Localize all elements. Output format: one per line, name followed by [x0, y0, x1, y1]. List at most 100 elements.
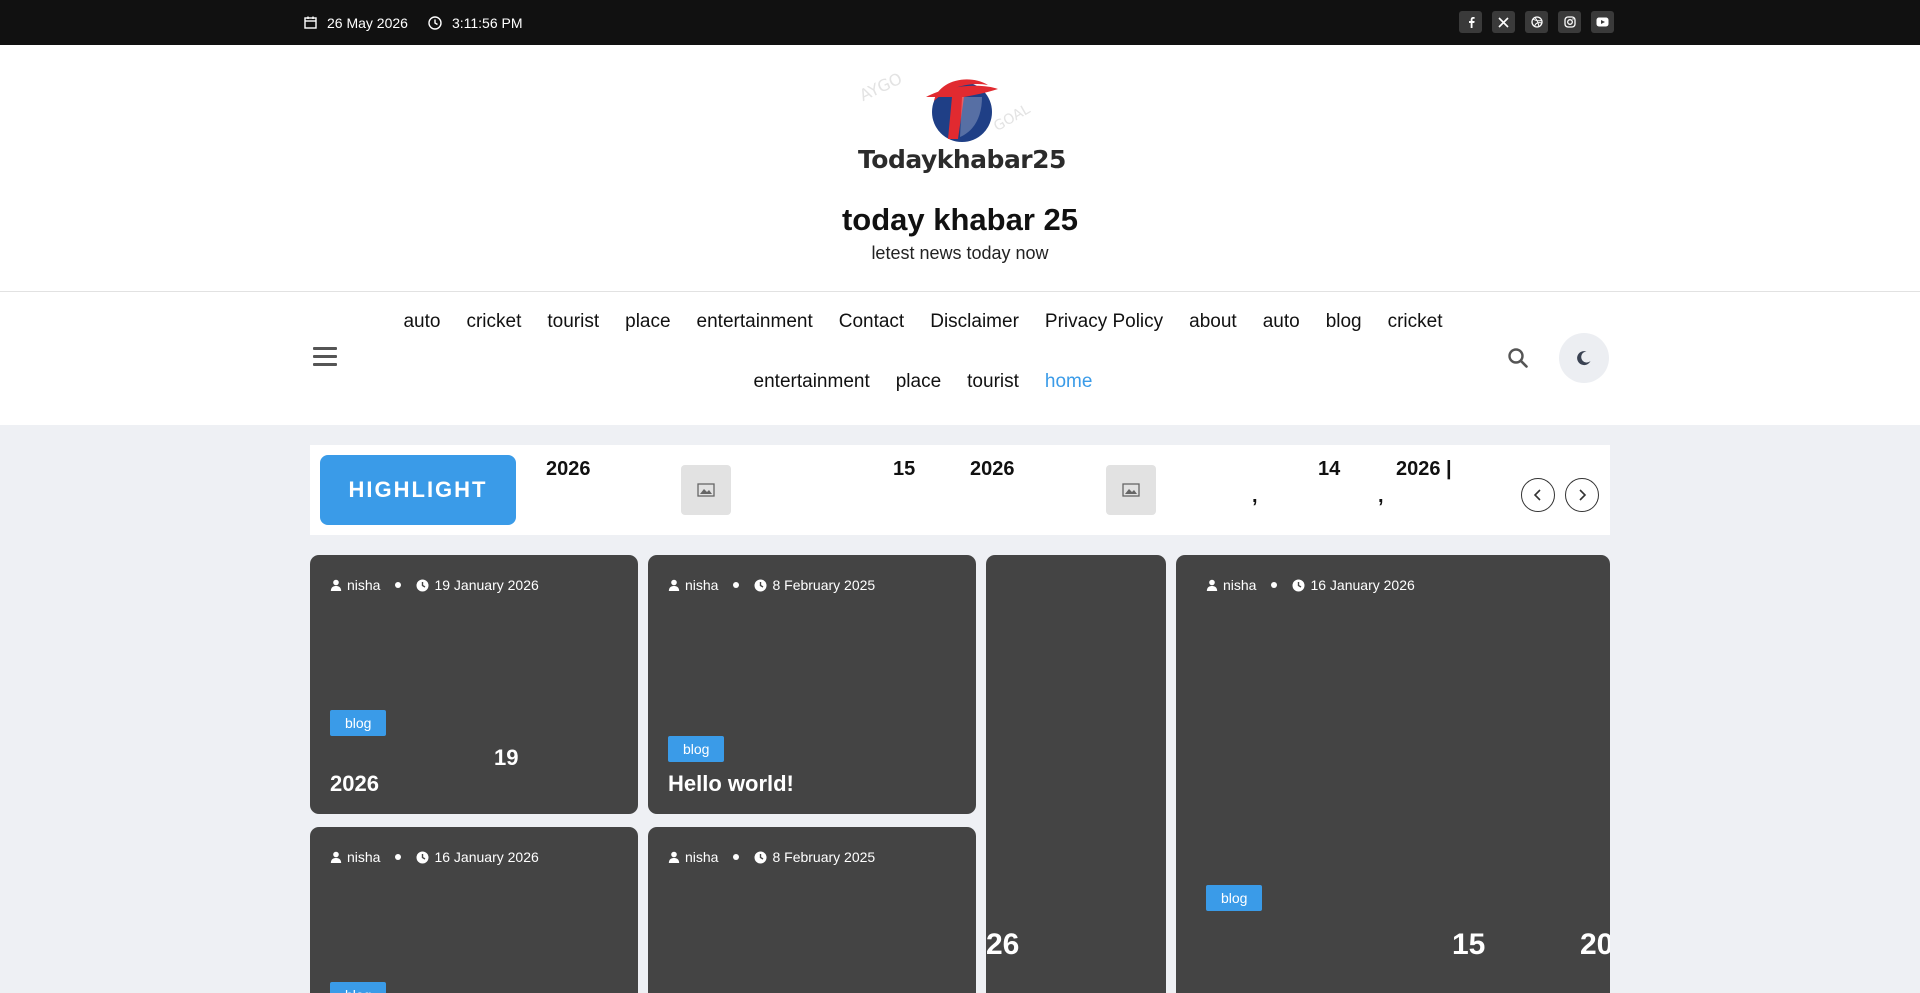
category-badge[interactable]: blog — [330, 982, 387, 993]
user-icon — [1206, 579, 1218, 591]
ticker-text[interactable]: 2026 — [970, 458, 1015, 481]
social-links — [1459, 11, 1614, 33]
site-header: AYGO GOAL Todaykhabar25 today khabar 25 … — [0, 45, 1920, 292]
nav-item-place-2[interactable]: place — [883, 364, 954, 424]
calendar-icon — [304, 16, 317, 29]
ticker-thumbnail[interactable] — [681, 465, 731, 515]
nav-item-auto-2[interactable]: auto — [1250, 304, 1313, 364]
youtube-icon[interactable] — [1591, 11, 1614, 33]
nav-item-cricket-2[interactable]: cricket — [1375, 304, 1456, 364]
nav-item-entertainment[interactable]: entertainment — [684, 304, 826, 364]
post-date[interactable]: 19 January 2026 — [434, 577, 538, 593]
chevron-left-icon — [1533, 489, 1541, 501]
post-author[interactable]: nisha — [347, 849, 380, 865]
top-bar: 26 May 2026 3:11:56 PM — [0, 0, 1920, 45]
post-date[interactable]: 8 February 2025 — [772, 577, 875, 593]
meta-separator — [395, 582, 402, 588]
nav-item-disclaimer[interactable]: Disclaimer — [917, 304, 1032, 364]
post-date[interactable]: 8 February 2025 — [772, 849, 875, 865]
site-title[interactable]: today khabar 25 — [0, 202, 1920, 238]
current-date: 26 May 2026 — [327, 14, 408, 31]
date-time: 26 May 2026 3:11:56 PM — [304, 0, 543, 45]
moon-icon — [1577, 351, 1591, 366]
post-author[interactable]: nisha — [347, 577, 380, 593]
post-author[interactable]: nisha — [1223, 577, 1256, 593]
image-placeholder-icon — [697, 483, 715, 497]
nav-item-tourist[interactable]: tourist — [534, 304, 612, 364]
post-card[interactable]: 26 — [986, 555, 1166, 993]
ticker-prev-button[interactable] — [1521, 478, 1555, 512]
post-title-fragment[interactable]: 20 — [1580, 928, 1610, 962]
meta-separator — [1271, 582, 1278, 588]
ticker-text[interactable]: 2026 | — [1396, 458, 1452, 481]
user-icon — [330, 579, 342, 591]
post-meta: nisha 16 January 2026 — [1206, 577, 1415, 593]
ticker-text: , — [1378, 485, 1384, 507]
ticker-thumbnail[interactable] — [1106, 465, 1156, 515]
post-author[interactable]: nisha — [685, 849, 718, 865]
main-navigation: auto cricket tourist place entertainment… — [0, 292, 1920, 425]
date-item: 26 May 2026 — [304, 15, 408, 31]
post-title-fragment[interactable]: 15 — [1452, 928, 1485, 962]
highlight-label: HIGHLIGHT — [320, 455, 516, 525]
svg-text:AYGO: AYGO — [857, 69, 905, 105]
nav-item-tourist-2[interactable]: tourist — [954, 364, 1032, 424]
logo-text: Todaykhabar25 — [858, 145, 1066, 174]
post-meta: nisha 19 January 2026 — [330, 577, 539, 593]
dark-mode-toggle[interactable] — [1559, 333, 1609, 383]
category-badge[interactable]: blog — [330, 710, 387, 736]
meta-separator — [733, 582, 740, 588]
menu-toggle-icon[interactable] — [313, 347, 337, 367]
meta-separator — [733, 854, 740, 860]
ticker-text[interactable]: 14 — [1318, 458, 1340, 481]
post-title-fragment[interactable]: 26 — [986, 928, 1019, 962]
time-item: 3:11:56 PM — [428, 15, 523, 31]
post-meta: nisha 8 February 2025 — [668, 849, 875, 865]
clock-icon — [416, 851, 429, 863]
category-badge[interactable]: blog — [668, 736, 725, 762]
search-icon[interactable] — [1507, 347, 1529, 369]
post-card[interactable]: nisha 16 January 2026 blog — [310, 827, 638, 993]
post-date[interactable]: 16 January 2026 — [434, 849, 538, 865]
post-title[interactable]: Hello world! — [668, 771, 794, 797]
instagram-icon[interactable] — [1558, 11, 1581, 33]
nav-item-home[interactable]: home — [1032, 364, 1106, 424]
nav-item-blog[interactable]: blog — [1313, 304, 1375, 364]
clock-icon — [428, 15, 442, 30]
post-card[interactable]: nisha 19 January 2026 blog 19 2026 — [310, 555, 638, 814]
dribbble-icon[interactable] — [1525, 11, 1548, 33]
chevron-right-icon — [1579, 489, 1587, 501]
ticker-text[interactable]: 15 — [893, 458, 915, 481]
ticker-text: , — [1252, 485, 1258, 507]
post-date[interactable]: 16 January 2026 — [1310, 577, 1414, 593]
current-time: 3:11:56 PM — [451, 14, 523, 31]
site-logo[interactable]: AYGO GOAL Todaykhabar25 — [842, 67, 1082, 185]
clock-icon — [1292, 579, 1305, 591]
post-author[interactable]: nisha — [685, 577, 718, 593]
nav-item-auto[interactable]: auto — [390, 304, 453, 364]
x-icon[interactable] — [1492, 11, 1515, 33]
nav-item-entertainment-2[interactable]: entertainment — [741, 364, 883, 424]
nav-item-cricket[interactable]: cricket — [453, 304, 534, 364]
category-badge[interactable]: blog — [1206, 885, 1263, 911]
post-title-fragment[interactable]: 2026 — [330, 771, 379, 797]
ticker-next-button[interactable] — [1565, 478, 1599, 512]
post-meta: nisha 16 January 2026 — [330, 849, 539, 865]
ticker-text[interactable]: 2026 — [546, 458, 591, 481]
nav-item-about[interactable]: about — [1176, 304, 1250, 364]
user-icon — [668, 579, 680, 591]
facebook-icon[interactable] — [1459, 11, 1482, 33]
meta-separator — [395, 854, 402, 860]
post-card[interactable]: nisha 16 January 2026 blog 15 20 — [1176, 555, 1610, 993]
site-tagline: letest news today now — [871, 243, 1049, 263]
post-card[interactable]: nisha 8 February 2025 — [648, 827, 976, 993]
post-title-fragment[interactable]: 19 — [494, 745, 518, 771]
clock-icon — [416, 579, 429, 591]
logo-emblem: AYGO GOAL — [857, 69, 1033, 142]
user-icon — [668, 851, 680, 863]
nav-item-contact[interactable]: Contact — [826, 304, 917, 364]
nav-item-place[interactable]: place — [612, 304, 683, 364]
nav-item-privacy-policy[interactable]: Privacy Policy — [1032, 304, 1176, 364]
clock-icon — [754, 851, 767, 863]
post-card[interactable]: nisha 8 February 2025 blog Hello world! — [648, 555, 976, 814]
